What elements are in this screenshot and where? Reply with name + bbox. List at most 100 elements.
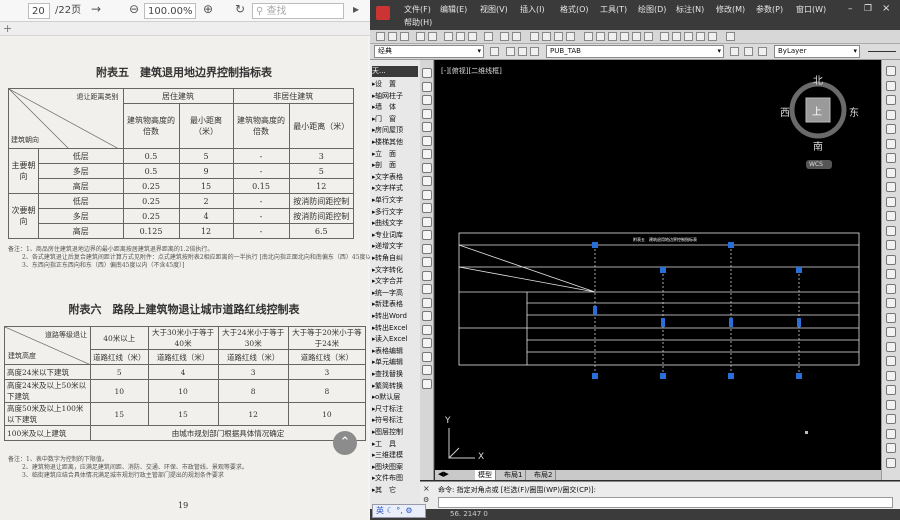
grip[interactable] [592,373,598,379]
modify-tool-icon[interactable] [886,196,896,207]
draw-tool-icon[interactable] [422,162,432,173]
sidebar-item[interactable]: ▸剖 面 [372,160,396,171]
table-style-icon[interactable] [684,32,693,41]
minimize-icon[interactable]: – [848,4,853,14]
pan-icon[interactable] [530,32,539,41]
match-prop-icon[interactable] [484,32,493,41]
tab-layout1[interactable]: 布局1 [501,470,527,480]
draw-tool-icon[interactable] [422,81,432,92]
sidebar-item[interactable]: ▸转出Excel [372,323,408,334]
draw-tool-icon[interactable] [422,297,432,308]
sun-icon[interactable] [530,47,539,56]
text-style-icon[interactable] [660,32,669,41]
sidebar-item[interactable]: ▸工 具 [372,439,396,450]
draw-tool-icon[interactable] [422,351,432,362]
sidebar-item[interactable]: ▸转出Word [372,311,407,322]
grip[interactable] [661,318,665,327]
sidebar-item[interactable]: ▸统一字高 [372,288,403,299]
sidebar-item[interactable]: ▸查找替换 [372,369,403,380]
modify-tool-icon[interactable] [886,443,896,453]
layer-select[interactable]: ByLayer ▾ [774,45,860,58]
menu-insert[interactable]: 插入(I) [520,4,545,15]
undo-icon[interactable] [500,32,509,41]
sidebar-item[interactable]: ▸o默认层 [372,392,400,403]
restore-icon[interactable]: ❐ [864,4,872,14]
workspace-settings-icon[interactable] [490,47,499,56]
zoom-window-icon[interactable] [554,32,563,41]
zoom-select[interactable]: 100.00% ▾ [144,3,196,32]
grip[interactable] [660,267,666,273]
modify-tool-icon[interactable] [886,428,896,439]
draw-tool-icon[interactable] [422,149,432,159]
modify-tool-icon[interactable] [886,269,896,279]
sidebar-item[interactable]: ▸图块图案 [372,462,403,473]
modify-tool-icon[interactable] [886,370,896,381]
make-current-icon[interactable] [730,47,739,56]
print-icon[interactable] [416,32,425,41]
tool-palette-icon[interactable] [608,32,617,41]
sidebar-item[interactable]: ▸文件布图 [372,473,403,484]
sidebar-item[interactable]: ▸表格编辑 [372,346,403,357]
sidebar-item[interactable]: ▸文字转化 [372,265,403,276]
wrench-icon[interactable]: ⚙ [423,496,429,504]
modify-tool-icon[interactable] [886,182,896,192]
sidebar-item[interactable]: ▸符号标注 [372,415,403,426]
viewcube[interactable] [789,81,847,169]
sidebar-item[interactable]: ▸单行文字 [372,195,403,206]
page-number-input[interactable]: 20 [28,3,50,19]
light-bulb-icon[interactable] [518,47,527,56]
sidebar-item[interactable]: ▸单元编辑 [372,357,403,368]
grip[interactable] [728,242,734,248]
sidebar-item[interactable]: ▸曲线文字 [372,218,403,229]
zoom-previous-icon[interactable] [566,32,575,41]
next-page-arrow-icon[interactable]: → [88,2,104,16]
modify-tool-icon[interactable] [886,95,896,105]
zoom-realtime-icon[interactable] [542,32,551,41]
workspace-select[interactable]: 经典 ▾ [374,45,484,58]
draw-tool-icon[interactable] [422,243,432,254]
layer-previous-icon[interactable] [744,47,753,56]
modify-tool-icon[interactable] [886,240,896,250]
menu-file[interactable]: 文件(F) [404,4,431,15]
draw-tool-icon[interactable] [422,338,432,348]
find-input[interactable]: ⚲ 查找 [252,3,344,19]
modify-tool-icon[interactable] [886,327,896,337]
modify-tool-icon[interactable] [886,80,896,91]
copy-icon[interactable] [456,32,465,41]
grip[interactable] [796,267,802,273]
dim-style-icon[interactable] [672,32,681,41]
sidebar-item[interactable]: ▸文字表格 [372,172,403,183]
draw-tool-icon[interactable] [422,108,432,119]
open-icon[interactable] [388,32,397,41]
sidebar-item[interactable]: ▸轴网柱子 [372,91,403,102]
draw-tool-icon[interactable] [422,176,432,186]
draw-tool-icon[interactable] [422,365,432,375]
grips[interactable] [592,242,802,379]
sidebar-item[interactable]: ▸墙 体 [372,102,396,113]
modify-tool-icon[interactable] [886,254,896,265]
tab-model[interactable]: 模型 [475,470,496,480]
drawing-canvas[interactable]: [-][俯视][二维线框] 北 南 东 西 上 WCS 附表五 建筑退用地边界控… [435,60,881,470]
find-next-icon[interactable]: ▸ [348,2,364,16]
draw-tool-icon[interactable] [422,189,432,200]
plot-style-icon[interactable] [708,32,717,41]
draw-tool-icon[interactable] [422,378,432,389]
sidebar-item[interactable]: ▸图层控制 [372,427,403,438]
redo-icon[interactable] [512,32,521,41]
draw-tool-icon[interactable] [422,257,432,267]
modify-tool-icon[interactable] [886,283,896,294]
help-icon[interactable] [726,32,735,41]
sidebar-item[interactable]: ▸设 置 [372,79,396,90]
viewcube-north[interactable]: 北 [813,72,823,87]
sidebar-item[interactable]: ▸转角自纠 [372,253,403,264]
text-style-select[interactable]: PUB_TAB ▾ [546,45,724,58]
menu-parameters[interactable]: 参数(P) [756,4,783,15]
modify-tool-icon[interactable] [886,457,896,468]
sidebar-item[interactable]: ▸三维建模 [372,450,403,461]
draw-tool-icon[interactable] [422,68,432,78]
properties-icon[interactable] [584,32,593,41]
menu-window[interactable]: 窗口(W) [796,4,826,15]
grip[interactable] [660,373,666,379]
sidebar-item[interactable]: ▸繁简转换 [372,381,403,392]
grip[interactable] [728,373,734,379]
